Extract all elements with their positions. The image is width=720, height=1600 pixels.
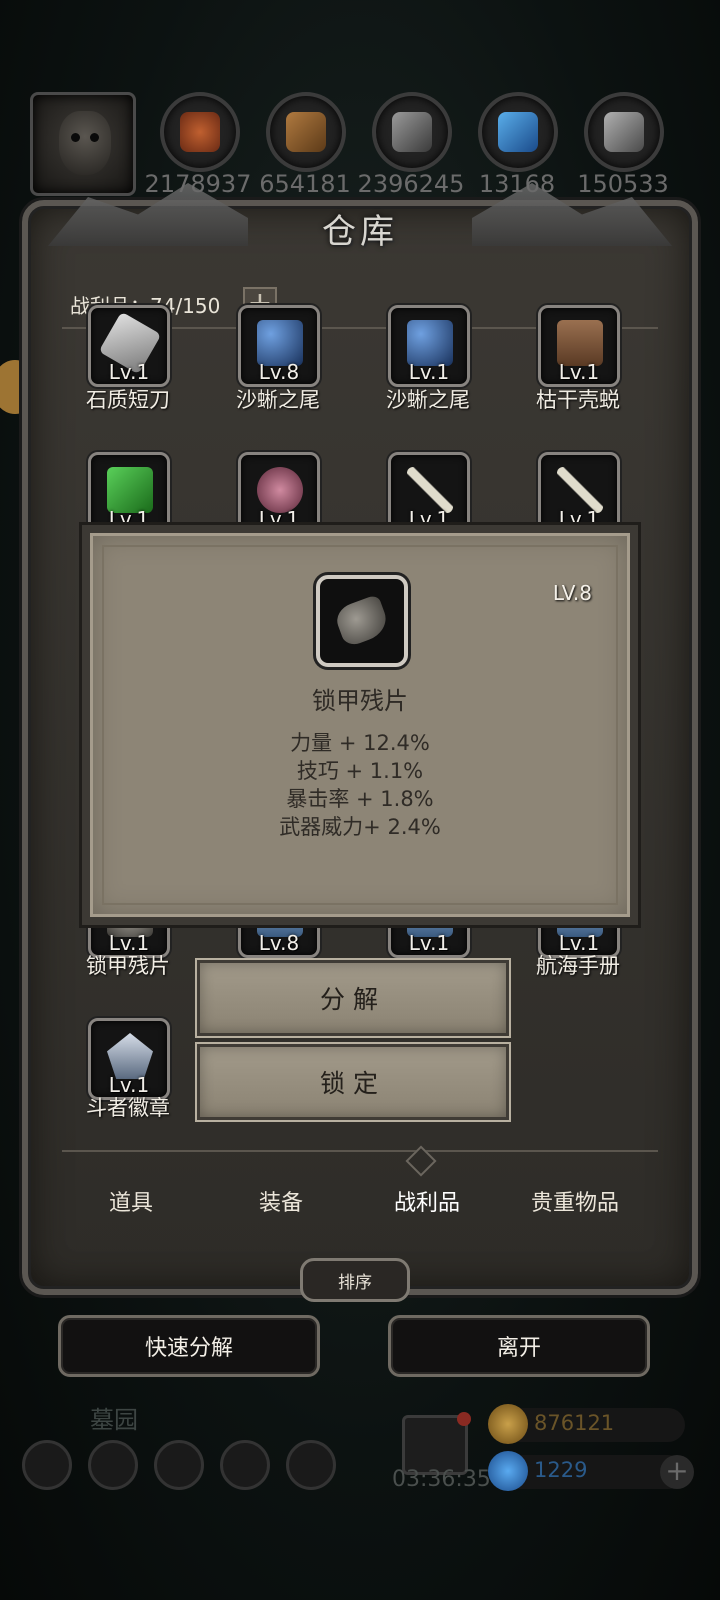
stat-line: 武器威力+ 2.4%	[279, 815, 441, 839]
panel-title-frame: 仓库	[290, 193, 430, 263]
skill-icon[interactable]	[88, 1440, 138, 1490]
meat-icon	[180, 112, 220, 152]
silver-ingot-icon	[604, 112, 644, 152]
resource-iron[interactable]	[372, 92, 452, 172]
item-name: 航海手册	[536, 954, 620, 978]
sort-button[interactable]: 排序	[300, 1258, 410, 1302]
item-level: Lv.1	[108, 360, 150, 384]
gem-value: 1229	[534, 1458, 588, 1482]
item-name: 锁甲残片	[86, 954, 170, 978]
wood-plank-icon	[286, 112, 326, 152]
mail-icon[interactable]	[220, 1440, 270, 1490]
item-slot[interactable]: Lv.1	[388, 305, 470, 387]
popup-stats: 力量 + 12.4% 技巧 + 1.1% 暴击率 + 1.8% 武器威力+ 2.…	[90, 729, 630, 841]
item-slot[interactable]: Lv.1	[538, 305, 620, 387]
item-level: Lv.1	[558, 360, 600, 384]
stat-line: 力量 + 12.4%	[290, 731, 430, 755]
lock-button[interactable]: 锁定	[197, 1044, 509, 1120]
item-slot[interactable]: Lv.1	[88, 305, 170, 387]
item-name: 沙蜥之尾	[236, 388, 320, 412]
item-slot[interactable]: Lv.1	[88, 452, 170, 534]
gold-value: 876121	[534, 1411, 615, 1435]
item-detail-popup: LV.8 锁甲残片 力量 + 12.4% 技巧 + 1.1% 暴击率 + 1.8…	[82, 525, 638, 925]
gift-box-icon[interactable]	[402, 1412, 471, 1475]
gift-timer: 03:36:35	[392, 1467, 491, 1492]
tab-valuables[interactable]: 贵重物品	[500, 1185, 650, 1217]
item-name: 石质短刀	[86, 388, 170, 412]
quick-decompose-button[interactable]: 快速分解	[58, 1315, 320, 1377]
item-slot[interactable]: Lv.8	[238, 305, 320, 387]
panel-title: 仓库	[322, 211, 398, 252]
stat-line: 技巧 + 1.1%	[296, 759, 424, 783]
area-name: 墓园	[90, 1406, 138, 1434]
popup-item-name: 锁甲残片	[312, 687, 408, 715]
gem-icon	[488, 1451, 528, 1491]
iron-ingot-icon	[392, 112, 432, 152]
gold-counter: 876121	[488, 1404, 685, 1444]
item-level: Lv.8	[258, 931, 300, 955]
popup-item-icon	[316, 575, 408, 667]
gold-coin-icon	[488, 1404, 528, 1444]
resource-silver[interactable]	[584, 92, 664, 172]
stat-line: 暴击率 + 1.8%	[286, 787, 434, 811]
blue-crystal-icon	[498, 112, 538, 152]
decompose-button[interactable]: 分解	[197, 960, 509, 1036]
leave-button[interactable]: 离开	[388, 1315, 650, 1377]
popup-item-level: LV.8	[552, 581, 592, 605]
notification-dot	[457, 1412, 471, 1426]
resource-meat[interactable]	[160, 92, 240, 172]
resource-silver-value: 150533	[577, 170, 669, 198]
tab-equipment[interactable]: 装备	[206, 1185, 356, 1217]
add-gems-button[interactable]: +	[660, 1455, 694, 1489]
character-portrait[interactable]	[30, 92, 136, 196]
divider	[62, 1150, 658, 1152]
tab-loot[interactable]: 战利品	[352, 1185, 502, 1217]
chainmail-fragment-icon	[332, 593, 392, 649]
item-name: 枯干壳蜕	[536, 388, 620, 412]
settings-icon[interactable]	[22, 1440, 72, 1490]
item-name: 斗者徽章	[86, 1096, 170, 1120]
gem-counter: 1229	[488, 1451, 685, 1491]
item-level: Lv.1	[408, 931, 450, 955]
tab-items[interactable]: 道具	[56, 1185, 206, 1217]
resource-wood[interactable]	[266, 92, 346, 172]
item-slot[interactable]: Lv.1	[238, 452, 320, 534]
item-slot[interactable]: Lv.1	[88, 1018, 170, 1100]
item-level: Lv.8	[258, 360, 300, 384]
item-slot[interactable]: Lv.1	[538, 452, 620, 534]
zombie-face-icon	[59, 111, 111, 175]
item-slot[interactable]: Lv.1	[388, 452, 470, 534]
item-level: Lv.1	[408, 360, 450, 384]
building-icon[interactable]	[154, 1440, 204, 1490]
item-name: 沙蜥之尾	[386, 388, 470, 412]
bag-icon[interactable]	[286, 1440, 336, 1490]
resource-crystal[interactable]	[478, 92, 558, 172]
